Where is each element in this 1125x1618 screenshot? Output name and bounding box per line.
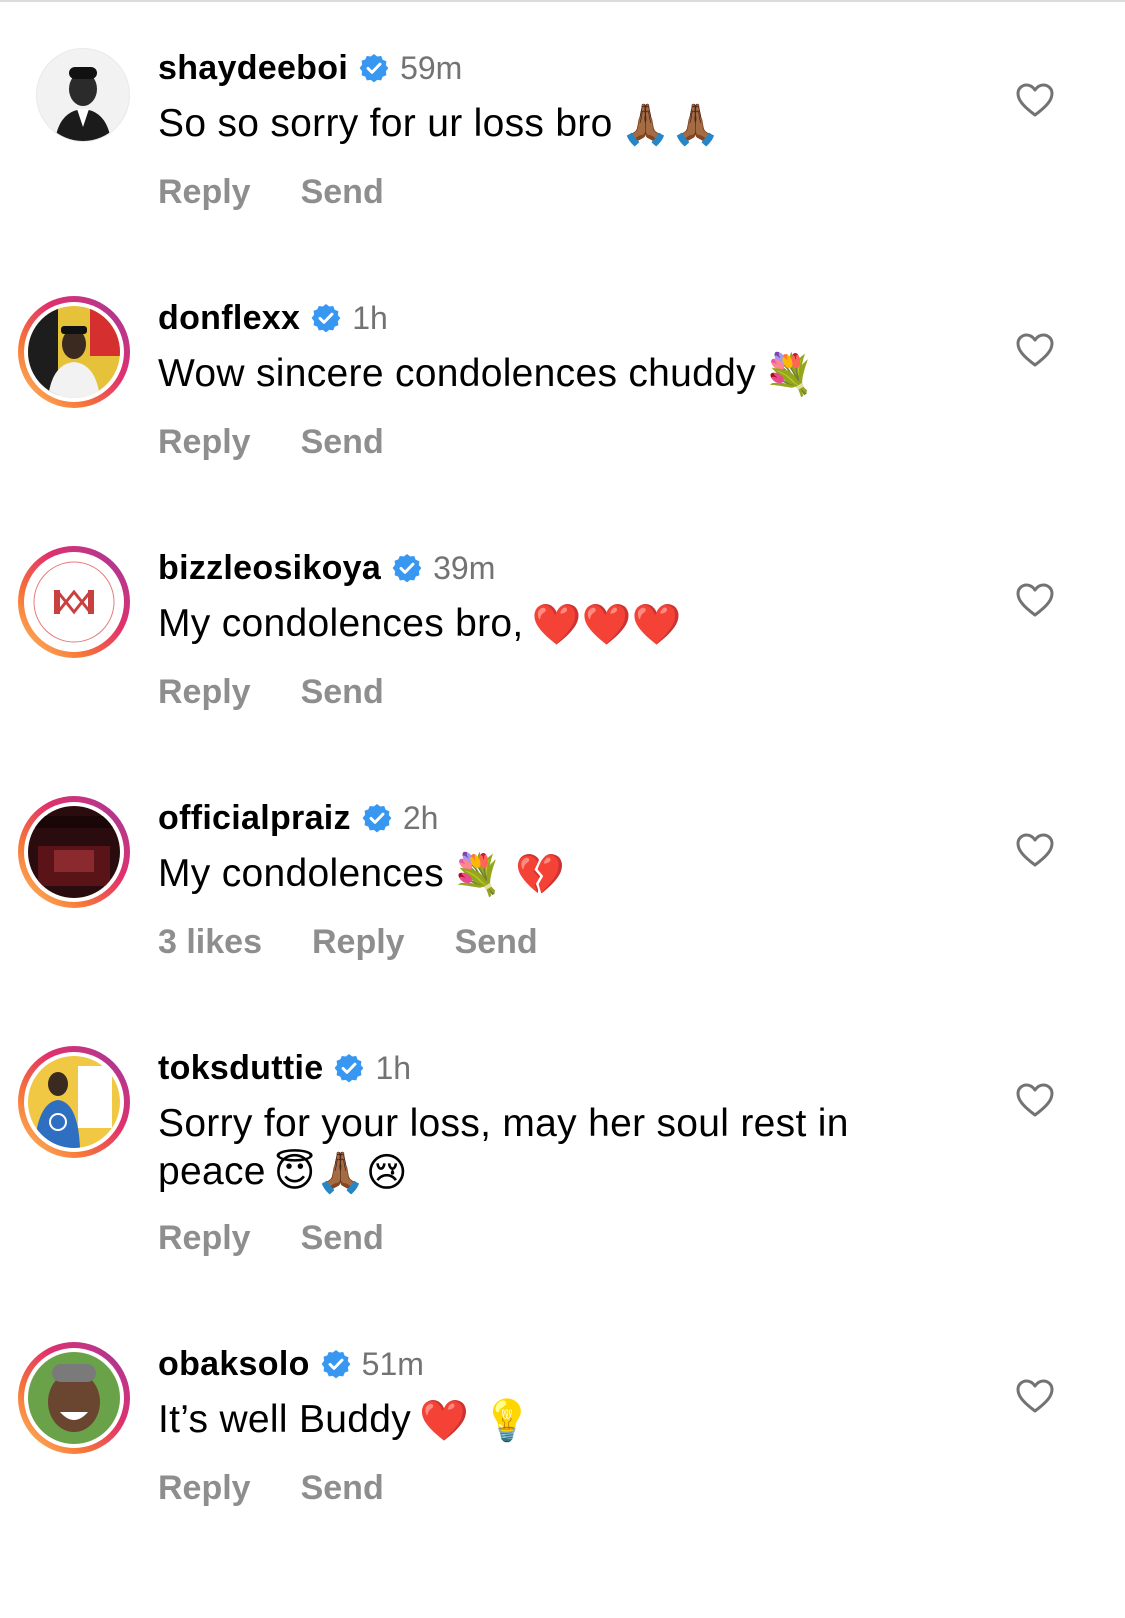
comment-text: Wow sincere condolences chuddy 💐: [158, 350, 938, 399]
comment-actions: Reply Send: [158, 1468, 434, 1508]
praying-hands-emoji: 🙏🏾🙏🏾: [620, 102, 721, 148]
avatar[interactable]: [18, 48, 130, 160]
username[interactable]: officialpraiz: [158, 799, 351, 838]
avatar[interactable]: [18, 796, 130, 908]
verified-badge-icon: [333, 1052, 365, 1084]
like-heart-icon[interactable]: [1015, 832, 1055, 868]
halo-praying-crying-emoji: 😇🙏🏾😢: [273, 1150, 408, 1196]
avatar-image: [28, 806, 120, 898]
red-heart-emoji: ❤️❤️❤️: [531, 602, 682, 648]
likes-count[interactable]: 3 likes: [158, 923, 262, 962]
comment-header: bizzleosikoya 39m: [158, 548, 495, 588]
avatar-image: [37, 49, 129, 141]
send-button[interactable]: Send: [455, 923, 538, 962]
send-button[interactable]: Send: [301, 423, 384, 462]
reply-button[interactable]: Reply: [158, 173, 251, 212]
comment-text-body: Sorry for your loss, may her soul rest i…: [158, 1102, 849, 1145]
send-button[interactable]: Send: [301, 673, 384, 712]
verified-badge-icon: [320, 1348, 352, 1380]
reply-button[interactable]: Reply: [158, 1219, 251, 1258]
avatar-image: [28, 1056, 120, 1148]
verified-badge-icon: [310, 302, 342, 334]
avatar[interactable]: [18, 546, 130, 658]
comment-header: toksduttie 1h: [158, 1048, 411, 1088]
comment-text: It’s well Buddy ❤️ 💡: [158, 1396, 938, 1445]
send-button[interactable]: Send: [301, 1469, 384, 1508]
like-heart-icon[interactable]: [1015, 332, 1055, 368]
reply-button[interactable]: Reply: [158, 1469, 251, 1508]
username[interactable]: shaydeeboi: [158, 49, 348, 88]
avatar-image: [28, 306, 120, 398]
like-heart-icon[interactable]: [1015, 582, 1055, 618]
comment-actions: 3 likes Reply Send: [158, 922, 588, 962]
comment-text-body: It’s well Buddy: [158, 1398, 412, 1441]
comment-timestamp: 51m: [361, 1345, 424, 1382]
verified-badge-icon: [361, 802, 393, 834]
comment-timestamp: 39m: [433, 549, 496, 586]
send-button[interactable]: Send: [301, 1219, 384, 1258]
avatar[interactable]: [18, 296, 130, 408]
reply-button[interactable]: Reply: [158, 673, 251, 712]
comment-header: obaksolo 51m: [158, 1344, 424, 1384]
like-heart-icon[interactable]: [1015, 82, 1055, 118]
avatar[interactable]: [18, 1046, 130, 1158]
username[interactable]: donflexx: [158, 299, 300, 338]
avatar[interactable]: [18, 1342, 130, 1454]
bouquet-emoji: 💐: [763, 352, 815, 398]
comment-text-body: My condolences: [158, 852, 445, 895]
avatar-image: [28, 1352, 120, 1444]
reply-button[interactable]: Reply: [312, 923, 405, 962]
comment-header: shaydeeboi 59m: [158, 48, 462, 88]
comment-text: My condolences bro, ❤️❤️❤️: [158, 600, 938, 649]
username[interactable]: toksduttie: [158, 1049, 323, 1088]
comment-actions: Reply Send: [158, 422, 434, 462]
comment-text-body: So so sorry for ur loss bro: [158, 102, 613, 145]
comment-timestamp: 1h: [375, 1049, 412, 1086]
comment-text: Sorry for your loss, may her soul rest i…: [158, 1100, 938, 1197]
comment-actions: Reply Send: [158, 672, 434, 712]
username[interactable]: bizzleosikoya: [158, 549, 381, 588]
verified-badge-icon: [391, 552, 423, 584]
verified-badge-icon: [358, 52, 390, 84]
comment-text-body-line2: peace: [158, 1150, 266, 1193]
comment-header: officialpraiz 2h: [158, 798, 438, 838]
like-heart-icon[interactable]: [1015, 1082, 1055, 1118]
comment-timestamp: 59m: [400, 49, 463, 86]
comment-timestamp: 1h: [352, 299, 388, 336]
like-heart-icon[interactable]: [1015, 1378, 1055, 1414]
username[interactable]: obaksolo: [158, 1345, 310, 1384]
comment-header: donflexx 1h: [158, 298, 388, 338]
bouquet-broken-heart-emoji: 💐 💔: [452, 852, 566, 898]
comment-text-body: My condolences bro,: [158, 602, 524, 645]
comment-timestamp: 2h: [402, 799, 439, 836]
comment-text: So so sorry for ur loss bro 🙏🏾🙏🏾: [158, 100, 938, 149]
comment-actions: Reply Send: [158, 172, 434, 212]
comment-text: My condolences 💐 💔: [158, 850, 938, 899]
comment-text-body: Wow sincere condolences chuddy: [158, 352, 756, 395]
avatar-image: [28, 556, 120, 648]
comment-actions: Reply Send: [158, 1218, 434, 1258]
reply-button[interactable]: Reply: [158, 423, 251, 462]
top-divider: [0, 0, 1125, 2]
send-button[interactable]: Send: [301, 173, 384, 212]
heart-lightbulb-emoji: ❤️ 💡: [419, 1398, 533, 1444]
